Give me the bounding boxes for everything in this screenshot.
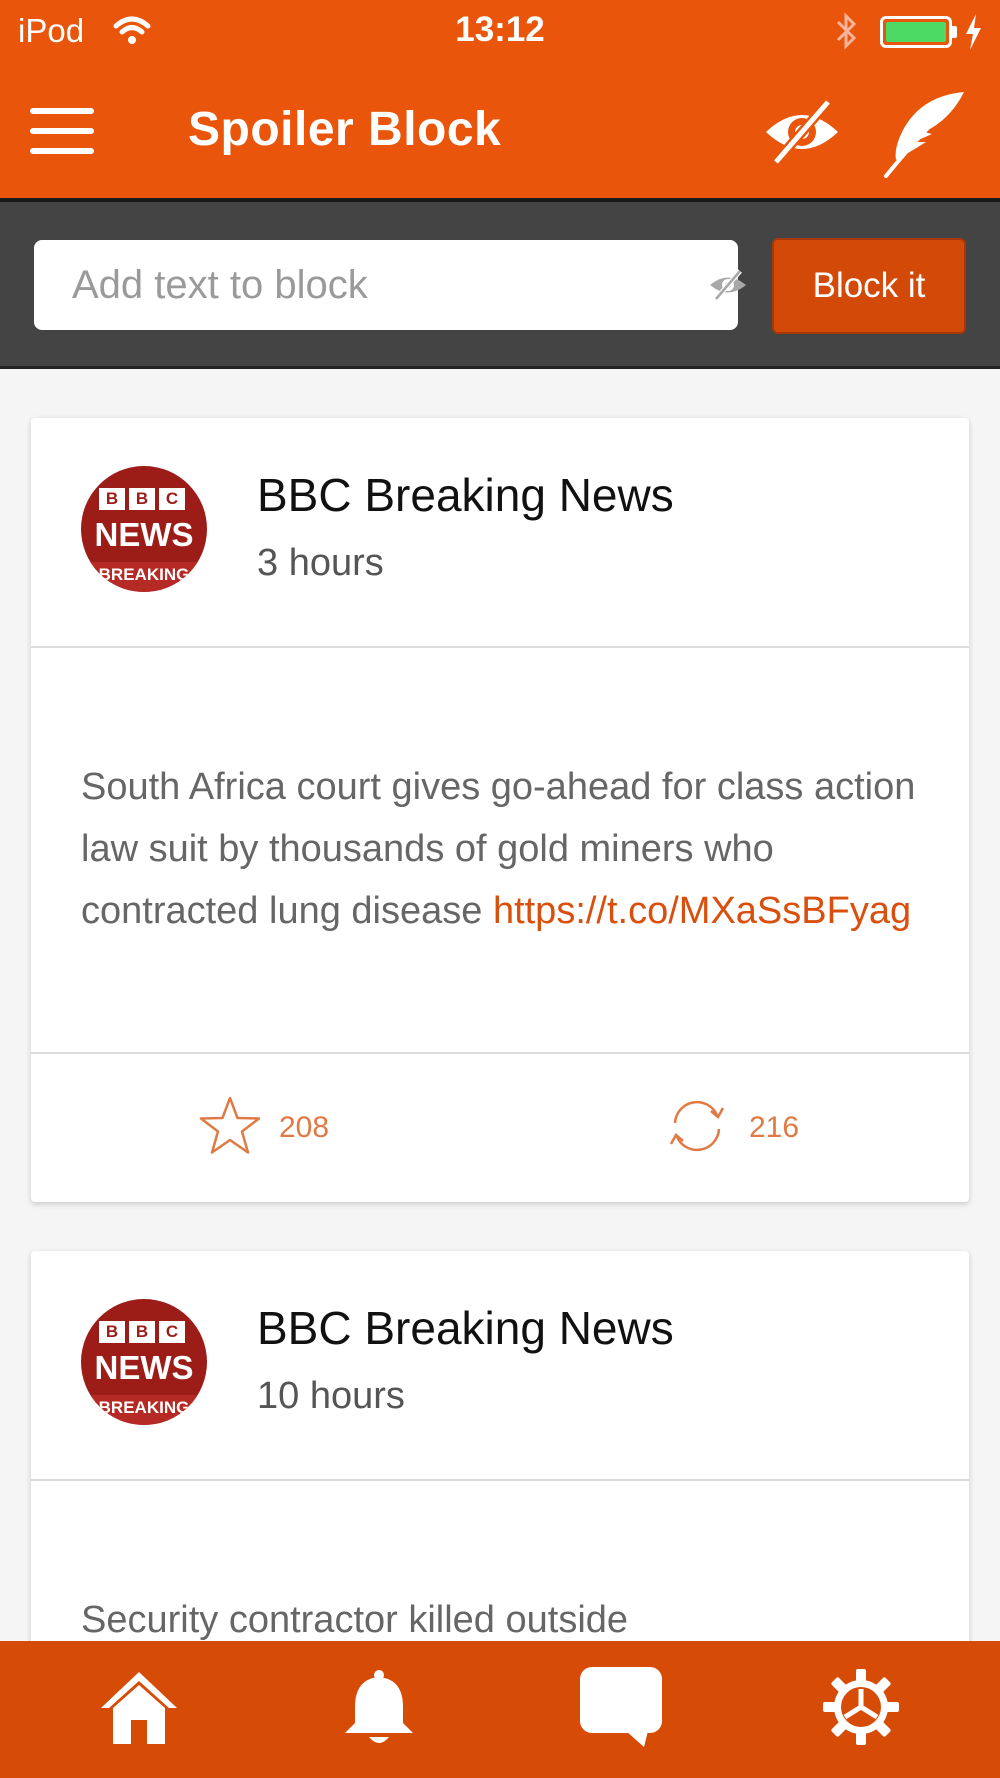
avatar-bbc-logo: B B C xyxy=(99,488,185,510)
block-text-input[interactable] xyxy=(34,240,674,330)
nav-bar: Spoiler Block xyxy=(0,64,1000,200)
status-bar: iPod 13:12 xyxy=(0,0,1000,64)
retweet-icon xyxy=(661,1093,733,1164)
avatar[interactable]: B B C NEWS BREAKING xyxy=(81,466,207,592)
post-time: 10 hours xyxy=(257,1375,405,1417)
favorite-count: 208 xyxy=(279,1111,330,1144)
block-input-container xyxy=(34,240,746,330)
favorite-button[interactable]: 208 xyxy=(197,1088,329,1168)
bluetooth-icon xyxy=(834,10,860,57)
tweet-card[interactable]: B B C NEWS BREAKING BBC Breaking News 10… xyxy=(31,1251,969,1651)
author-name[interactable]: BBC Breaking News xyxy=(257,1301,674,1355)
divider xyxy=(31,1052,969,1054)
block-it-button[interactable]: Block it xyxy=(772,238,966,334)
bell-icon xyxy=(341,1667,417,1752)
top-bar: iPod 13:12 Spoiler Block xyxy=(0,0,1000,200)
tweet-card[interactable]: B B C NEWS BREAKING BBC Breaking News 3 … xyxy=(31,418,969,1202)
tab-settings[interactable] xyxy=(736,1641,986,1778)
battery-fill xyxy=(886,22,946,42)
post-link[interactable]: https://t.co/MXaSsBFyag xyxy=(493,890,911,932)
avatar[interactable]: B B C NEWS BREAKING xyxy=(81,1299,207,1425)
tab-bar xyxy=(0,1641,1000,1778)
tab-notifications[interactable] xyxy=(254,1641,504,1778)
block-bar-divider xyxy=(0,366,1000,369)
retweet-button[interactable]: 216 xyxy=(661,1088,799,1168)
divider xyxy=(31,1479,969,1481)
retweet-count: 216 xyxy=(749,1111,800,1144)
eye-slash-icon[interactable] xyxy=(762,94,842,175)
tab-home[interactable] xyxy=(14,1641,264,1778)
eye-slash-icon xyxy=(708,268,748,307)
page-title: Spoiler Block xyxy=(188,103,502,156)
block-bar: Block it xyxy=(0,202,1000,368)
post-body: Security contractor killed outside xyxy=(81,1599,629,1641)
avatar-news-text: NEWS xyxy=(94,1349,194,1386)
tab-messages[interactable] xyxy=(496,1641,746,1778)
chat-icon xyxy=(578,1665,664,1754)
avatar-news-text: NEWS xyxy=(94,516,194,553)
divider xyxy=(31,646,969,648)
star-icon xyxy=(197,1095,263,1162)
avatar-breaking-text: BREAKING xyxy=(81,1395,207,1425)
avatar-bbc-logo: B B C xyxy=(99,1321,185,1343)
menu-icon[interactable] xyxy=(30,108,94,154)
post-time: 3 hours xyxy=(257,542,384,584)
charging-icon xyxy=(962,12,984,57)
settings-gear-icon xyxy=(821,1667,901,1752)
author-name[interactable]: BBC Breaking News xyxy=(257,468,674,522)
post-text: South Africa court gives go-ahead for cl… xyxy=(81,756,921,942)
home-icon xyxy=(99,1668,179,1751)
battery-icon xyxy=(880,16,952,48)
battery-tip xyxy=(952,26,957,38)
feather-icon[interactable] xyxy=(880,90,968,185)
avatar-breaking-text: BREAKING xyxy=(81,562,207,592)
